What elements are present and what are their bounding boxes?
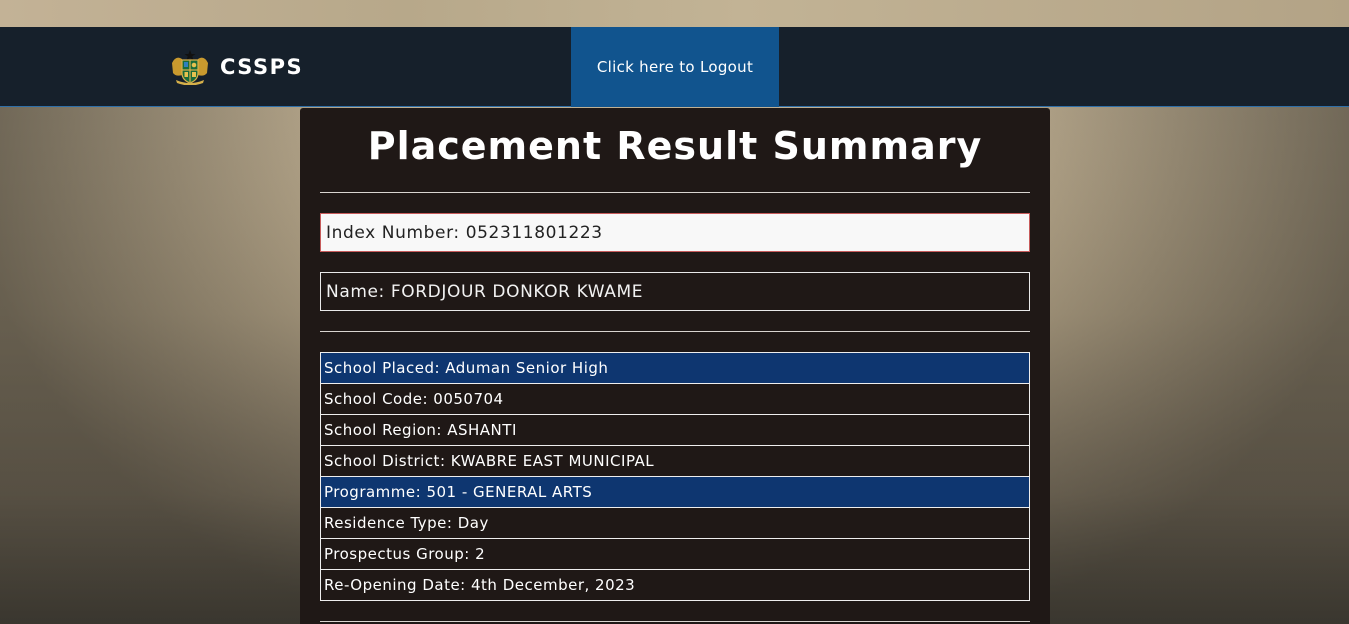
detail-row-re-opening-date: Re-Opening Date: 4th December, 2023 [324,576,636,594]
background-top [0,0,1349,27]
index-number-field: Index Number: 052311801223 [320,213,1030,252]
placement-summary-card: Placement Result Summary Index Number: 0… [300,108,1050,624]
divider [320,331,1030,332]
navbar: CSSPS Click here to Logout [0,27,1349,107]
detail-row-school-placed: School Placed: Aduman Senior High [321,353,1029,384]
page-title: Placement Result Summary [367,124,983,168]
divider [320,192,1030,193]
detail-row-programme: Programme: 501 - GENERAL ARTS [321,477,1029,508]
placement-details-table: School Placed: Aduman Senior High School … [320,352,1030,601]
brand[interactable]: CSSPS [170,49,303,85]
divider [320,621,1030,622]
detail-row-residence-type: Residence Type: Day [321,508,1029,539]
candidate-name-field: Name: FORDJOUR DONKOR KWAME [320,272,1030,311]
brand-name: CSSPS [220,55,304,79]
detail-row-prospectus-group: Prospectus Group: 2 [321,539,1029,570]
detail-row-school-district: School District: KWABRE EAST MUNICIPAL [321,446,1029,477]
detail-row-school-region: School Region: ASHANTI [321,415,1029,446]
logout-button[interactable]: Click here to Logout [571,27,779,107]
detail-row-school-code: School Code: 0050704 [321,384,1029,415]
coat-of-arms-icon [170,49,210,85]
